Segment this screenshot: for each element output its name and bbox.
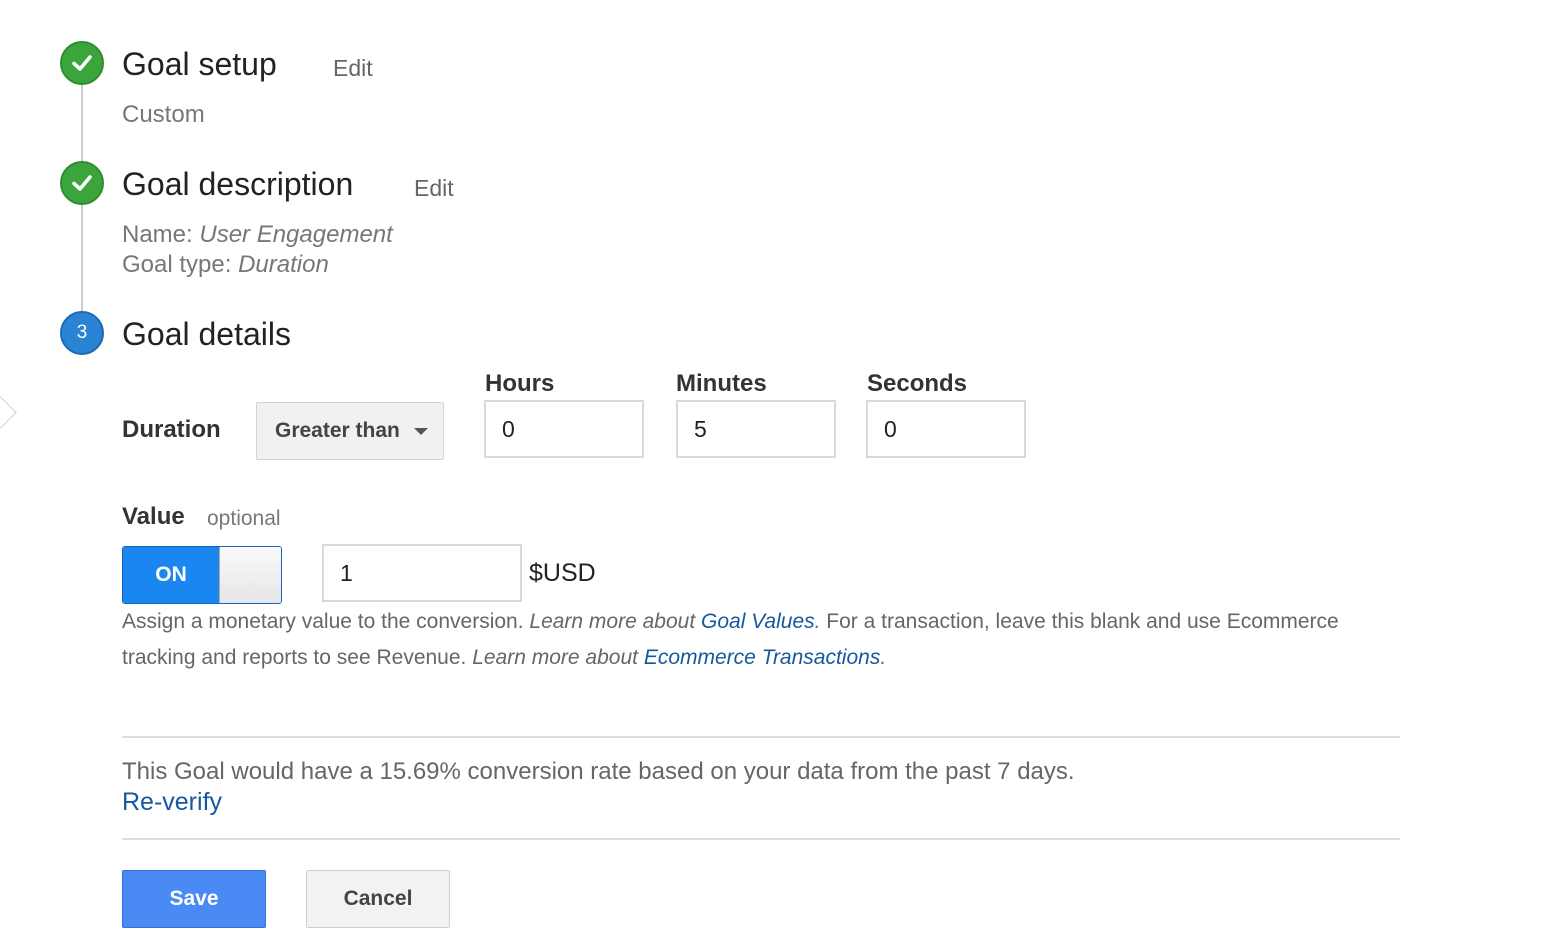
step-title-goal-details: Goal details [122, 316, 291, 352]
learn-more-text: Learn more about [472, 646, 644, 669]
value-label: Value [122, 503, 185, 530]
edit-goal-setup-link[interactable]: Edit [333, 53, 373, 83]
chevron-right-icon[interactable] [0, 396, 17, 429]
goal-values-link[interactable]: Goal Values [701, 610, 815, 633]
step-title-goal-setup: Goal setup [122, 46, 277, 82]
value-toggle[interactable]: ON [122, 546, 282, 604]
goal-type-line: Goal type: Duration [122, 250, 329, 280]
seconds-label: Seconds [867, 370, 968, 397]
minutes-label: Minutes [676, 370, 767, 397]
currency-label: $USD [529, 559, 596, 587]
reverify-link[interactable]: Re-verify [122, 788, 222, 817]
duration-comparison-select[interactable]: Greater than [256, 402, 444, 460]
help-text-part1: Assign a monetary value to the conversio… [122, 610, 530, 633]
cancel-button[interactable]: Cancel [306, 870, 450, 928]
value-amount-input[interactable] [322, 544, 522, 602]
save-button[interactable]: Save [122, 870, 266, 928]
goal-name-value: User Engagement [199, 221, 393, 248]
duration-comparison-value: Greater than [275, 419, 400, 442]
value-optional-hint: optional [207, 507, 281, 530]
learn-more-text: Learn more about [529, 610, 701, 633]
edit-goal-description-link[interactable]: Edit [414, 173, 454, 203]
step-complete-check-icon [60, 41, 104, 85]
hours-label: Hours [485, 370, 555, 397]
ecommerce-transactions-link[interactable]: Ecommerce Transactions [644, 646, 881, 669]
value-help-text: Assign a monetary value to the conversio… [122, 604, 1412, 676]
goal-name-line: Name: User Engagement [122, 220, 393, 250]
toggle-knob[interactable] [219, 547, 281, 603]
minutes-input[interactable] [676, 400, 836, 458]
goal-editor-page: Goal setup Edit Custom Goal description … [0, 0, 1560, 950]
goal-type-value: Duration [238, 251, 329, 278]
divider [122, 838, 1400, 840]
seconds-input[interactable] [866, 400, 1026, 458]
chevron-down-icon [413, 427, 428, 435]
duration-label: Duration [122, 416, 221, 443]
help-period: . [880, 646, 887, 669]
goal-name-label: Name: [122, 221, 193, 248]
step-complete-check-icon [60, 161, 104, 205]
toggle-on-label: ON [123, 547, 219, 603]
divider [122, 736, 1400, 738]
step-title-goal-description: Goal description [122, 166, 354, 202]
step-number-badge: 3 [60, 311, 104, 355]
verification-message: This Goal would have a 15.69% conversion… [122, 758, 1075, 785]
goal-type-label: Goal type: [122, 251, 232, 278]
hours-input[interactable] [484, 400, 644, 458]
goal-setup-summary: Custom [122, 101, 205, 128]
